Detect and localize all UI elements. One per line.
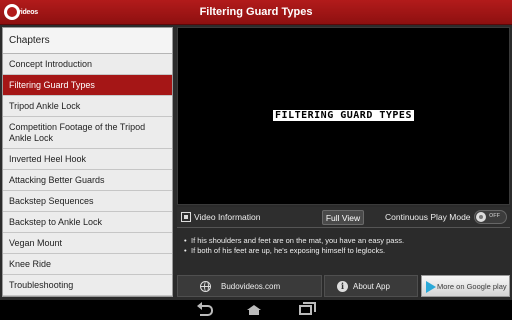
- chapter-item[interactable]: Backstep Sequences: [3, 191, 172, 212]
- home-icon[interactable]: [247, 305, 261, 315]
- video-caption-text: FILTERING GUARD TYPES: [273, 110, 414, 121]
- chapters-header: Chapters: [3, 28, 172, 54]
- toggle-state-text: OFF: [489, 213, 500, 219]
- title-bar: videos Filtering Guard Types: [0, 0, 512, 25]
- google-play-button[interactable]: More on Google play: [421, 275, 510, 297]
- chapter-label: Attacking Better Guards: [9, 174, 105, 185]
- film-icon: [181, 212, 191, 222]
- chapter-label: Backstep to Ankle Lock: [9, 216, 103, 227]
- about-app-button[interactable]: i About App: [324, 275, 418, 297]
- globe-icon: [200, 281, 211, 292]
- chapter-label: Backstep Sequences: [9, 195, 94, 206]
- video-description: If his shoulders and feet are on the mat…: [177, 230, 510, 273]
- chapter-label: Tripod Ankle Lock: [9, 100, 81, 111]
- website-button-label: Budovideos.com: [221, 282, 281, 291]
- chapter-item[interactable]: Inverted Heel Hook: [3, 149, 172, 170]
- budovideos-website-button[interactable]: Budovideos.com: [177, 275, 322, 297]
- toggle-knob: [476, 212, 486, 222]
- video-title-card: FILTERING GUARD TYPES: [178, 105, 509, 123]
- continuous-play-label: Continuous Play Mode: [385, 212, 471, 222]
- continuous-play-toggle[interactable]: OFF: [474, 210, 507, 224]
- google-play-label: More on Google play: [437, 282, 507, 291]
- info-icon: i: [337, 281, 348, 292]
- description-item: If both of his feet are up, he's exposin…: [183, 246, 502, 256]
- recent-apps-icon[interactable]: [299, 302, 316, 315]
- chapter-label: Concept Introduction: [9, 58, 93, 69]
- chapter-label: Troubleshooting: [9, 279, 74, 290]
- google-play-icon: [426, 281, 436, 293]
- chapter-label: Competition Footage of the Tripod Ankle …: [9, 121, 146, 143]
- video-info-bar: Video Information Full View Continuous P…: [177, 207, 510, 228]
- chapter-list: Concept Introduction Filtering Guard Type…: [3, 54, 172, 296]
- full-view-button[interactable]: Full View: [322, 210, 364, 225]
- chapter-label: Knee Ride: [9, 258, 52, 269]
- chapter-item[interactable]: Competition Footage of the Tripod Ankle …: [3, 117, 172, 149]
- chapter-item[interactable]: Vegan Mount: [3, 233, 172, 254]
- chapter-item[interactable]: Backstep to Ankle Lock: [3, 212, 172, 233]
- chapter-item[interactable]: Filtering Guard Types: [3, 75, 172, 96]
- chapter-item[interactable]: Concept Introduction: [3, 54, 172, 75]
- description-item: If his shoulders and feet are on the mat…: [183, 236, 502, 246]
- back-icon[interactable]: [197, 302, 213, 316]
- chapter-item[interactable]: Knee Ride: [3, 254, 172, 275]
- bottom-button-bar: Budovideos.com i About App More on Googl…: [177, 275, 512, 298]
- chapter-label: Filtering Guard Types: [9, 79, 95, 90]
- page-title: Filtering Guard Types: [199, 6, 313, 18]
- chapter-item[interactable]: Tripod Ankle Lock: [3, 96, 172, 117]
- chapter-label: Vegan Mount: [9, 237, 63, 248]
- chapter-item[interactable]: Troubleshooting: [3, 275, 172, 296]
- chapter-item[interactable]: Attacking Better Guards: [3, 170, 172, 191]
- video-information-label: Video Information: [194, 212, 261, 222]
- chapters-sidebar: Chapters Concept Introduction Filtering G…: [2, 27, 173, 297]
- about-button-label: About App: [353, 282, 390, 291]
- video-player[interactable]: FILTERING GUARD TYPES: [177, 27, 510, 205]
- app-window: videos Filtering Guard Types Chapters Co…: [0, 0, 512, 320]
- system-nav-bar: [0, 300, 512, 320]
- chapter-label: Inverted Heel Hook: [9, 153, 87, 164]
